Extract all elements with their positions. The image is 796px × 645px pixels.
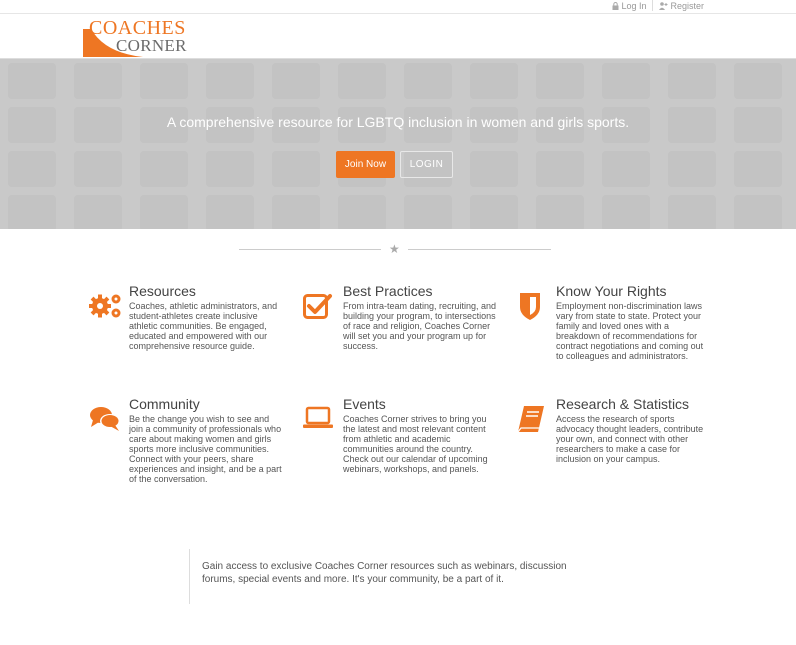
- team-logo-tile: [536, 151, 584, 187]
- feature-title: Research & Statistics: [556, 396, 690, 412]
- feature-title: Resources: [129, 283, 196, 299]
- login-link-label: Log In: [621, 0, 647, 11]
- laptop-icon: [303, 406, 333, 428]
- team-logo-tile: [404, 63, 452, 99]
- team-logo-tile: [74, 63, 122, 99]
- team-logo-tile: [602, 63, 650, 99]
- add-user-icon: [659, 1, 668, 10]
- login-button[interactable]: LOGIN: [400, 151, 453, 178]
- site-header: COACHES CORNER: [0, 14, 796, 59]
- team-logo-tile: [206, 151, 254, 187]
- chat-bubbles-icon: [90, 407, 120, 431]
- register-link-label: Register: [670, 0, 704, 11]
- team-logo-tile: [140, 151, 188, 187]
- top-bar: Log In Register: [0, 0, 796, 14]
- team-logo-tile: [602, 151, 650, 187]
- shield-icon: [520, 293, 540, 320]
- team-logo-tile: [272, 63, 320, 99]
- team-logo-tile: [602, 195, 650, 229]
- lock-icon: [612, 1, 619, 10]
- join-now-button[interactable]: Join Now: [336, 151, 395, 178]
- team-logo-tile: [404, 195, 452, 229]
- hero-tagline: A comprehensive resource for LGBTQ inclu…: [166, 114, 630, 130]
- team-logo-tile: [140, 195, 188, 229]
- feature-title: Events: [343, 396, 386, 412]
- team-logo-tile: [140, 63, 188, 99]
- feature-description: Coaches, athletic administrators, and st…: [129, 301, 278, 351]
- team-logo-tile: [8, 63, 56, 99]
- callout-text: Gain access to exclusive Coaches Corner …: [202, 561, 567, 585]
- feature-description: Coaches Corner strives to bring you the …: [343, 414, 488, 474]
- account-links: Log In Register: [612, 0, 704, 11]
- book-icon: [517, 406, 544, 433]
- feature-title: Know Your Rights: [556, 283, 667, 299]
- team-logo-tile: [668, 63, 716, 99]
- team-logo-tile: [536, 195, 584, 229]
- team-logo-tile: [272, 151, 320, 187]
- register-link[interactable]: Register: [659, 0, 704, 11]
- team-logo-tile: [8, 151, 56, 187]
- team-logo-tile: [74, 195, 122, 229]
- team-logo-tile: [272, 195, 320, 229]
- divider: [652, 0, 654, 11]
- feature-title: Community: [129, 396, 200, 412]
- team-logo-tile: [668, 195, 716, 229]
- team-logo-tile: [338, 195, 386, 229]
- team-logo-tile: [338, 63, 386, 99]
- team-logo-tile: [470, 63, 518, 99]
- feature-title: Best Practices: [343, 283, 433, 299]
- feature-description: From intra-team dating, recruiting, and …: [343, 301, 497, 351]
- team-logo-tile: [206, 63, 254, 99]
- section-divider-right: [408, 249, 551, 250]
- team-logo-tile: [470, 195, 518, 229]
- hero-banner: A comprehensive resource for LGBTQ inclu…: [0, 59, 796, 229]
- team-logo-tile: [734, 195, 782, 229]
- team-logo-tile: [470, 151, 518, 187]
- logo-text-corner: CORNER: [116, 36, 187, 55]
- feature-description: Employment non-discrimination laws vary …: [556, 301, 704, 361]
- membership-callout: Gain access to exclusive Coaches Corner …: [189, 549, 609, 604]
- star-icon: ★: [389, 242, 400, 256]
- login-link[interactable]: Log In: [612, 0, 646, 11]
- team-logo-tile: [8, 195, 56, 229]
- gears-icon: [89, 294, 121, 318]
- team-logo-tile: [734, 151, 782, 187]
- checkbox-icon: [303, 294, 332, 319]
- section-divider-left: [239, 249, 381, 250]
- team-logo-tile: [74, 151, 122, 187]
- feature-description: Be the change you wish to see and join a…: [129, 414, 282, 484]
- team-logo-tile: [734, 63, 782, 99]
- team-logo-tile: [536, 63, 584, 99]
- feature-description: Access the research of sports advocacy t…: [556, 414, 704, 464]
- coaches-corner-logo[interactable]: COACHES CORNER: [83, 17, 193, 57]
- team-logo-tile: [668, 151, 716, 187]
- team-logo-tile: [206, 195, 254, 229]
